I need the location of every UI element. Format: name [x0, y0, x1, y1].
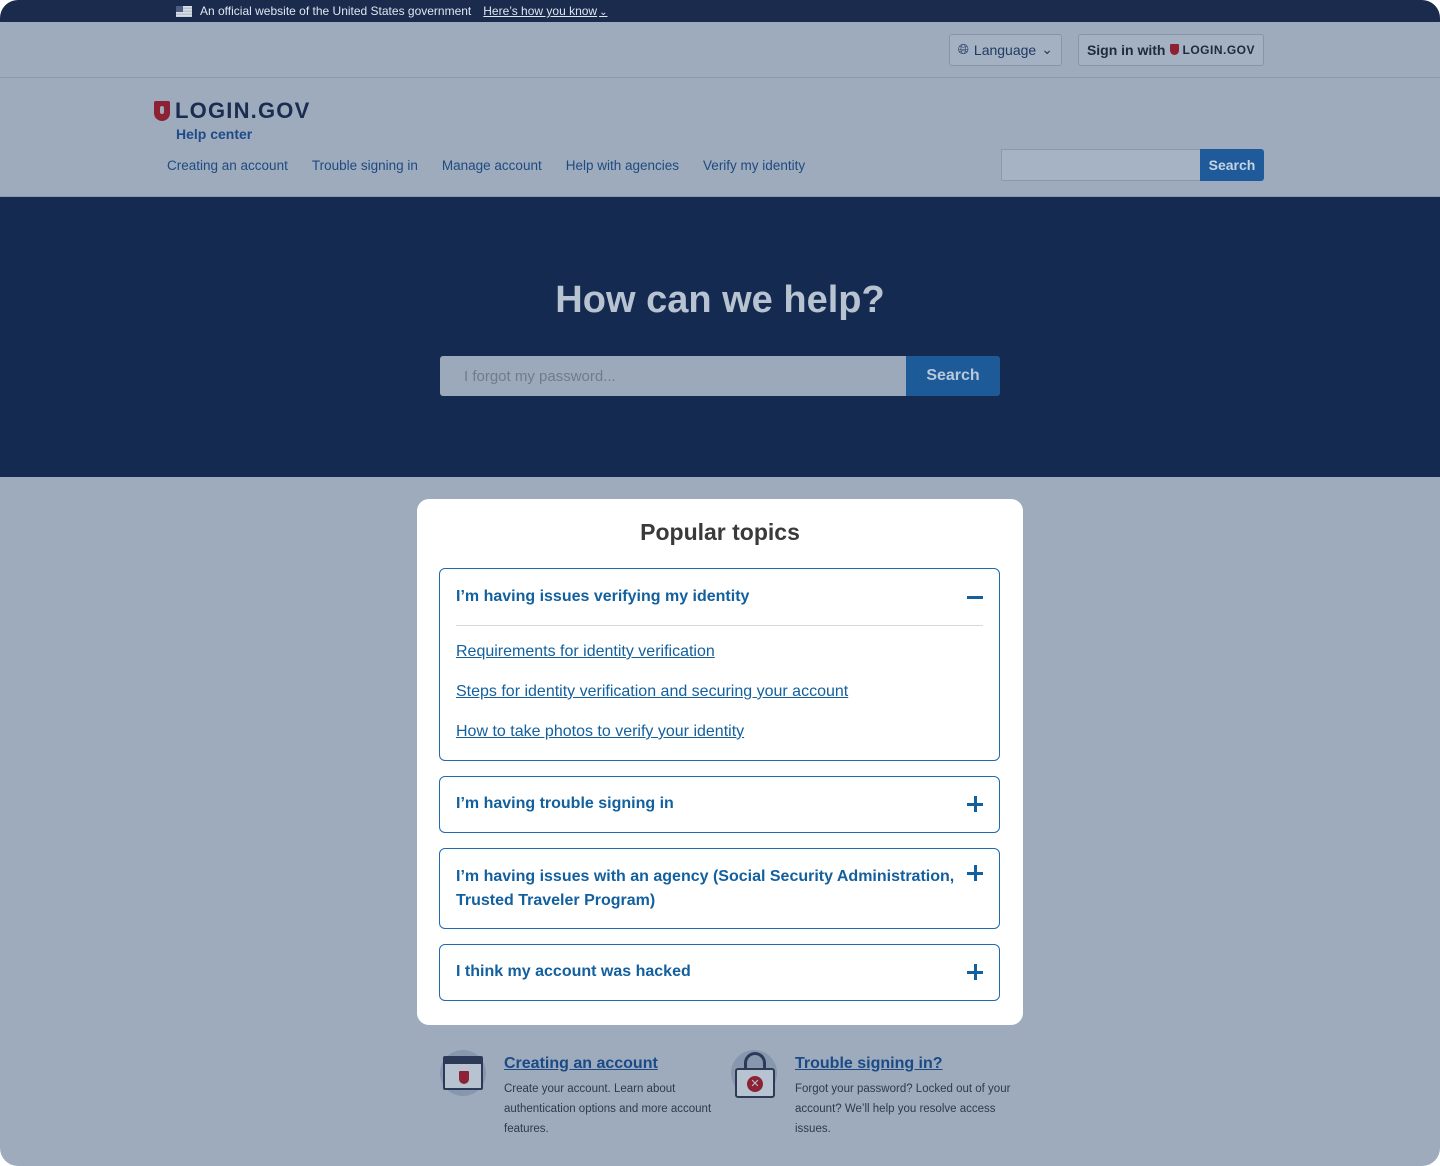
shield-icon	[1170, 44, 1180, 55]
link-steps-identity-verification[interactable]: Steps for identity verification and secu…	[456, 682, 983, 702]
globe-icon: 🌐︎	[957, 41, 969, 57]
utility-bar: 🌐︎ Language ⌄ Sign in with LOGIN.GOV	[0, 22, 1440, 78]
hero-search-button[interactable]: Search	[906, 356, 1000, 396]
feature-title-link[interactable]: Trouble signing in?	[795, 1055, 1015, 1073]
chevron-down-icon: ⌄	[1041, 41, 1053, 57]
feature-title-link[interactable]: Creating an account	[504, 1055, 724, 1073]
popular-topics-modal: Popular topics I’m having issues verifyi…	[417, 499, 1023, 1025]
accordion-body: Requirements for identity verification S…	[456, 625, 983, 742]
hero-search-input[interactable]: I forgot my password...	[440, 356, 906, 396]
plus-icon	[967, 796, 983, 812]
lock-icon: ✕	[731, 1050, 777, 1098]
brand-logo[interactable]: LOGIN.GOV Help center	[154, 98, 310, 142]
feature-trouble-signing-in: ✕ Trouble signing in? Forgot your passwo…	[731, 1050, 1015, 1139]
chevron-down-icon: ⌄	[599, 7, 608, 18]
browser-shield-icon	[440, 1050, 486, 1096]
header-search-input[interactable]	[1001, 149, 1200, 181]
language-button[interactable]: 🌐︎ Language ⌄	[948, 33, 1062, 66]
shield-icon	[154, 101, 170, 121]
login-gov-logo: LOGIN.GOV	[1170, 43, 1255, 57]
header-search: Search	[1001, 149, 1264, 181]
nav-item-verify-identity[interactable]: Verify my identity	[703, 158, 805, 173]
link-take-photos-verify-identity[interactable]: How to take photos to verify your identi…	[456, 722, 983, 742]
page: An official website of the United States…	[0, 0, 1440, 1166]
nav-item-manage-account[interactable]: Manage account	[442, 158, 542, 173]
hero-search: I forgot my password... Search	[440, 356, 1000, 396]
primary-nav: Creating an account Trouble signing in M…	[167, 158, 805, 173]
accordion-agency-issues[interactable]: I’m having issues with an agency (Social…	[439, 848, 1000, 929]
gov-banner-text: An official website of the United States…	[200, 4, 472, 18]
feature-description: Create your account. Learn about authent…	[504, 1083, 712, 1135]
gov-banner: An official website of the United States…	[0, 0, 1440, 22]
login-gov-wordmark: LOGIN.GOV	[1182, 42, 1255, 57]
accordion-verifying-identity: I’m having issues verifying my identity …	[439, 568, 1000, 761]
sign-in-label: Sign in with	[1086, 41, 1166, 58]
accordion-title: I’m having issues with an agency (Social…	[456, 868, 955, 909]
accordion-title: I’m having issues verifying my identity	[456, 588, 750, 605]
feature-description: Forgot your password? Locked out of your…	[795, 1083, 1011, 1135]
link-requirements-identity-verification[interactable]: Requirements for identity verification	[456, 642, 983, 662]
modal-title: Popular topics	[640, 519, 800, 545]
accordion-trouble-signing-in[interactable]: I’m having trouble signing in	[439, 776, 1000, 833]
language-label: Language	[973, 41, 1037, 58]
us-flag-icon	[176, 5, 192, 17]
hero: How can we help? I forgot my password...…	[0, 197, 1440, 477]
minus-icon	[967, 595, 983, 599]
hero-title: How can we help?	[555, 279, 885, 321]
nav-item-creating-account[interactable]: Creating an account	[167, 158, 288, 173]
accordion-header[interactable]: I’m having issues verifying my identity	[440, 569, 999, 625]
plus-icon	[967, 964, 983, 980]
site-header: LOGIN.GOV Help center Creating an accoun…	[0, 78, 1440, 197]
plus-icon	[967, 865, 983, 881]
accordion-account-hacked[interactable]: I think my account was hacked	[439, 944, 1000, 1001]
nav-item-help-with-agencies[interactable]: Help with agencies	[566, 158, 679, 173]
brand-name: LOGIN.GOV	[175, 98, 311, 123]
sign-in-button[interactable]: Sign in with LOGIN.GOV	[1077, 33, 1264, 66]
brand-subtitle: Help center	[176, 126, 253, 142]
accordion-title: I’m having trouble signing in	[456, 795, 674, 812]
feature-creating-account: Creating an account Create your account.…	[440, 1050, 724, 1139]
accordion-title: I think my account was hacked	[456, 963, 691, 980]
header-search-button[interactable]: Search	[1200, 149, 1264, 181]
heres-how-you-know-link[interactable]: Here’s how you know ⌄	[483, 4, 607, 18]
nav-item-trouble-signing-in[interactable]: Trouble signing in	[312, 158, 418, 173]
heres-how-you-know-label: Here’s how you know	[483, 4, 598, 18]
